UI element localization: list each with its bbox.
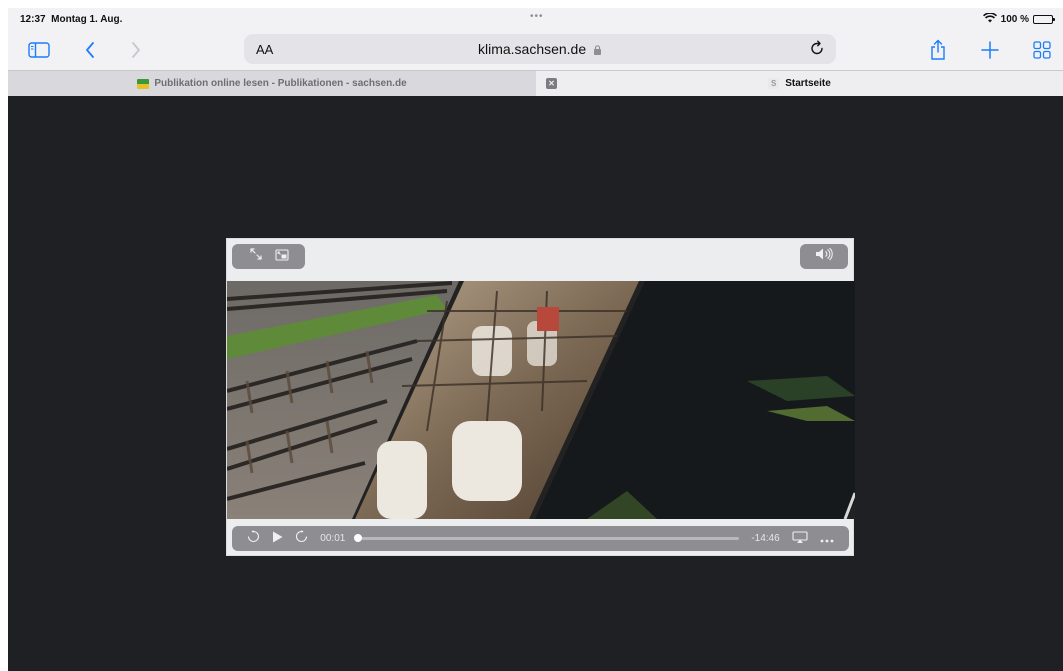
more-icon[interactable] [820,530,834,548]
status-indicators: 100 % [982,12,1055,26]
close-icon[interactable]: ✕ [546,78,557,89]
player-top-controls [232,244,305,269]
fullscreen-icon[interactable] [249,247,263,266]
progress-knob[interactable] [354,534,363,542]
play-icon[interactable] [272,530,283,548]
airplay-icon[interactable] [792,530,808,548]
plus-icon[interactable] [978,36,1002,64]
browser-window: 12:37 Montag 1. Aug. ••• 100 % AA klima.… [8,8,1063,671]
status-bar: 12:37 Montag 1. Aug. ••• 100 % [8,8,1063,30]
status-clock: 12:37 Montag 1. Aug. [20,14,122,25]
lock-icon [590,41,602,57]
tab-publikation[interactable]: Publikation online lesen - Publikationen… [8,71,536,96]
remaining-time: -14:46 [751,533,780,544]
battery-percent: 100 % [1000,14,1029,25]
address-bar[interactable]: AA klima.sachsen.de [244,34,836,64]
volume-control[interactable] [800,244,848,269]
video-frame[interactable] [227,281,855,519]
reload-icon[interactable] [808,39,826,62]
page-content: 00:01 -14:46 [8,96,1063,671]
share-icon[interactable] [926,36,950,64]
video-still-image [227,281,855,519]
skip-forward-15-icon[interactable] [295,529,308,548]
current-time: 00:01 [320,533,346,544]
status-time: 12:37 [20,14,46,25]
tab-label: Startseite [785,78,831,89]
status-date: Montag 1. Aug. [51,14,123,25]
forward-icon[interactable] [126,36,146,64]
url-text: klima.sachsen.de [477,41,587,57]
url-display[interactable]: klima.sachsen.de [244,41,836,57]
wifi-icon [982,12,997,26]
multitasking-dots[interactable]: ••• [530,11,544,22]
saxony-flag-icon [137,78,150,89]
battery-icon [1033,15,1055,24]
picture-in-picture-icon[interactable] [274,248,289,266]
sidebar-icon[interactable] [26,36,52,64]
tab-bar: Publikation online lesen - Publikationen… [8,70,1063,96]
video-player[interactable]: 00:01 -14:46 [226,238,855,556]
browser-toolbar: AA klima.sachsen.de [8,30,1063,70]
tab-startseite[interactable]: ✕ S Startseite [536,71,1063,96]
tab-label: Publikation online lesen - Publikationen… [154,78,407,89]
site-favicon-icon: S [768,78,780,89]
playback-controls: 00:01 -14:46 [232,526,849,551]
tabs-overview-icon[interactable] [1030,36,1054,64]
skip-back-15-icon[interactable] [247,529,260,548]
back-icon[interactable] [80,36,100,64]
volume-icon[interactable] [815,247,833,266]
progress-track[interactable] [354,534,740,542]
